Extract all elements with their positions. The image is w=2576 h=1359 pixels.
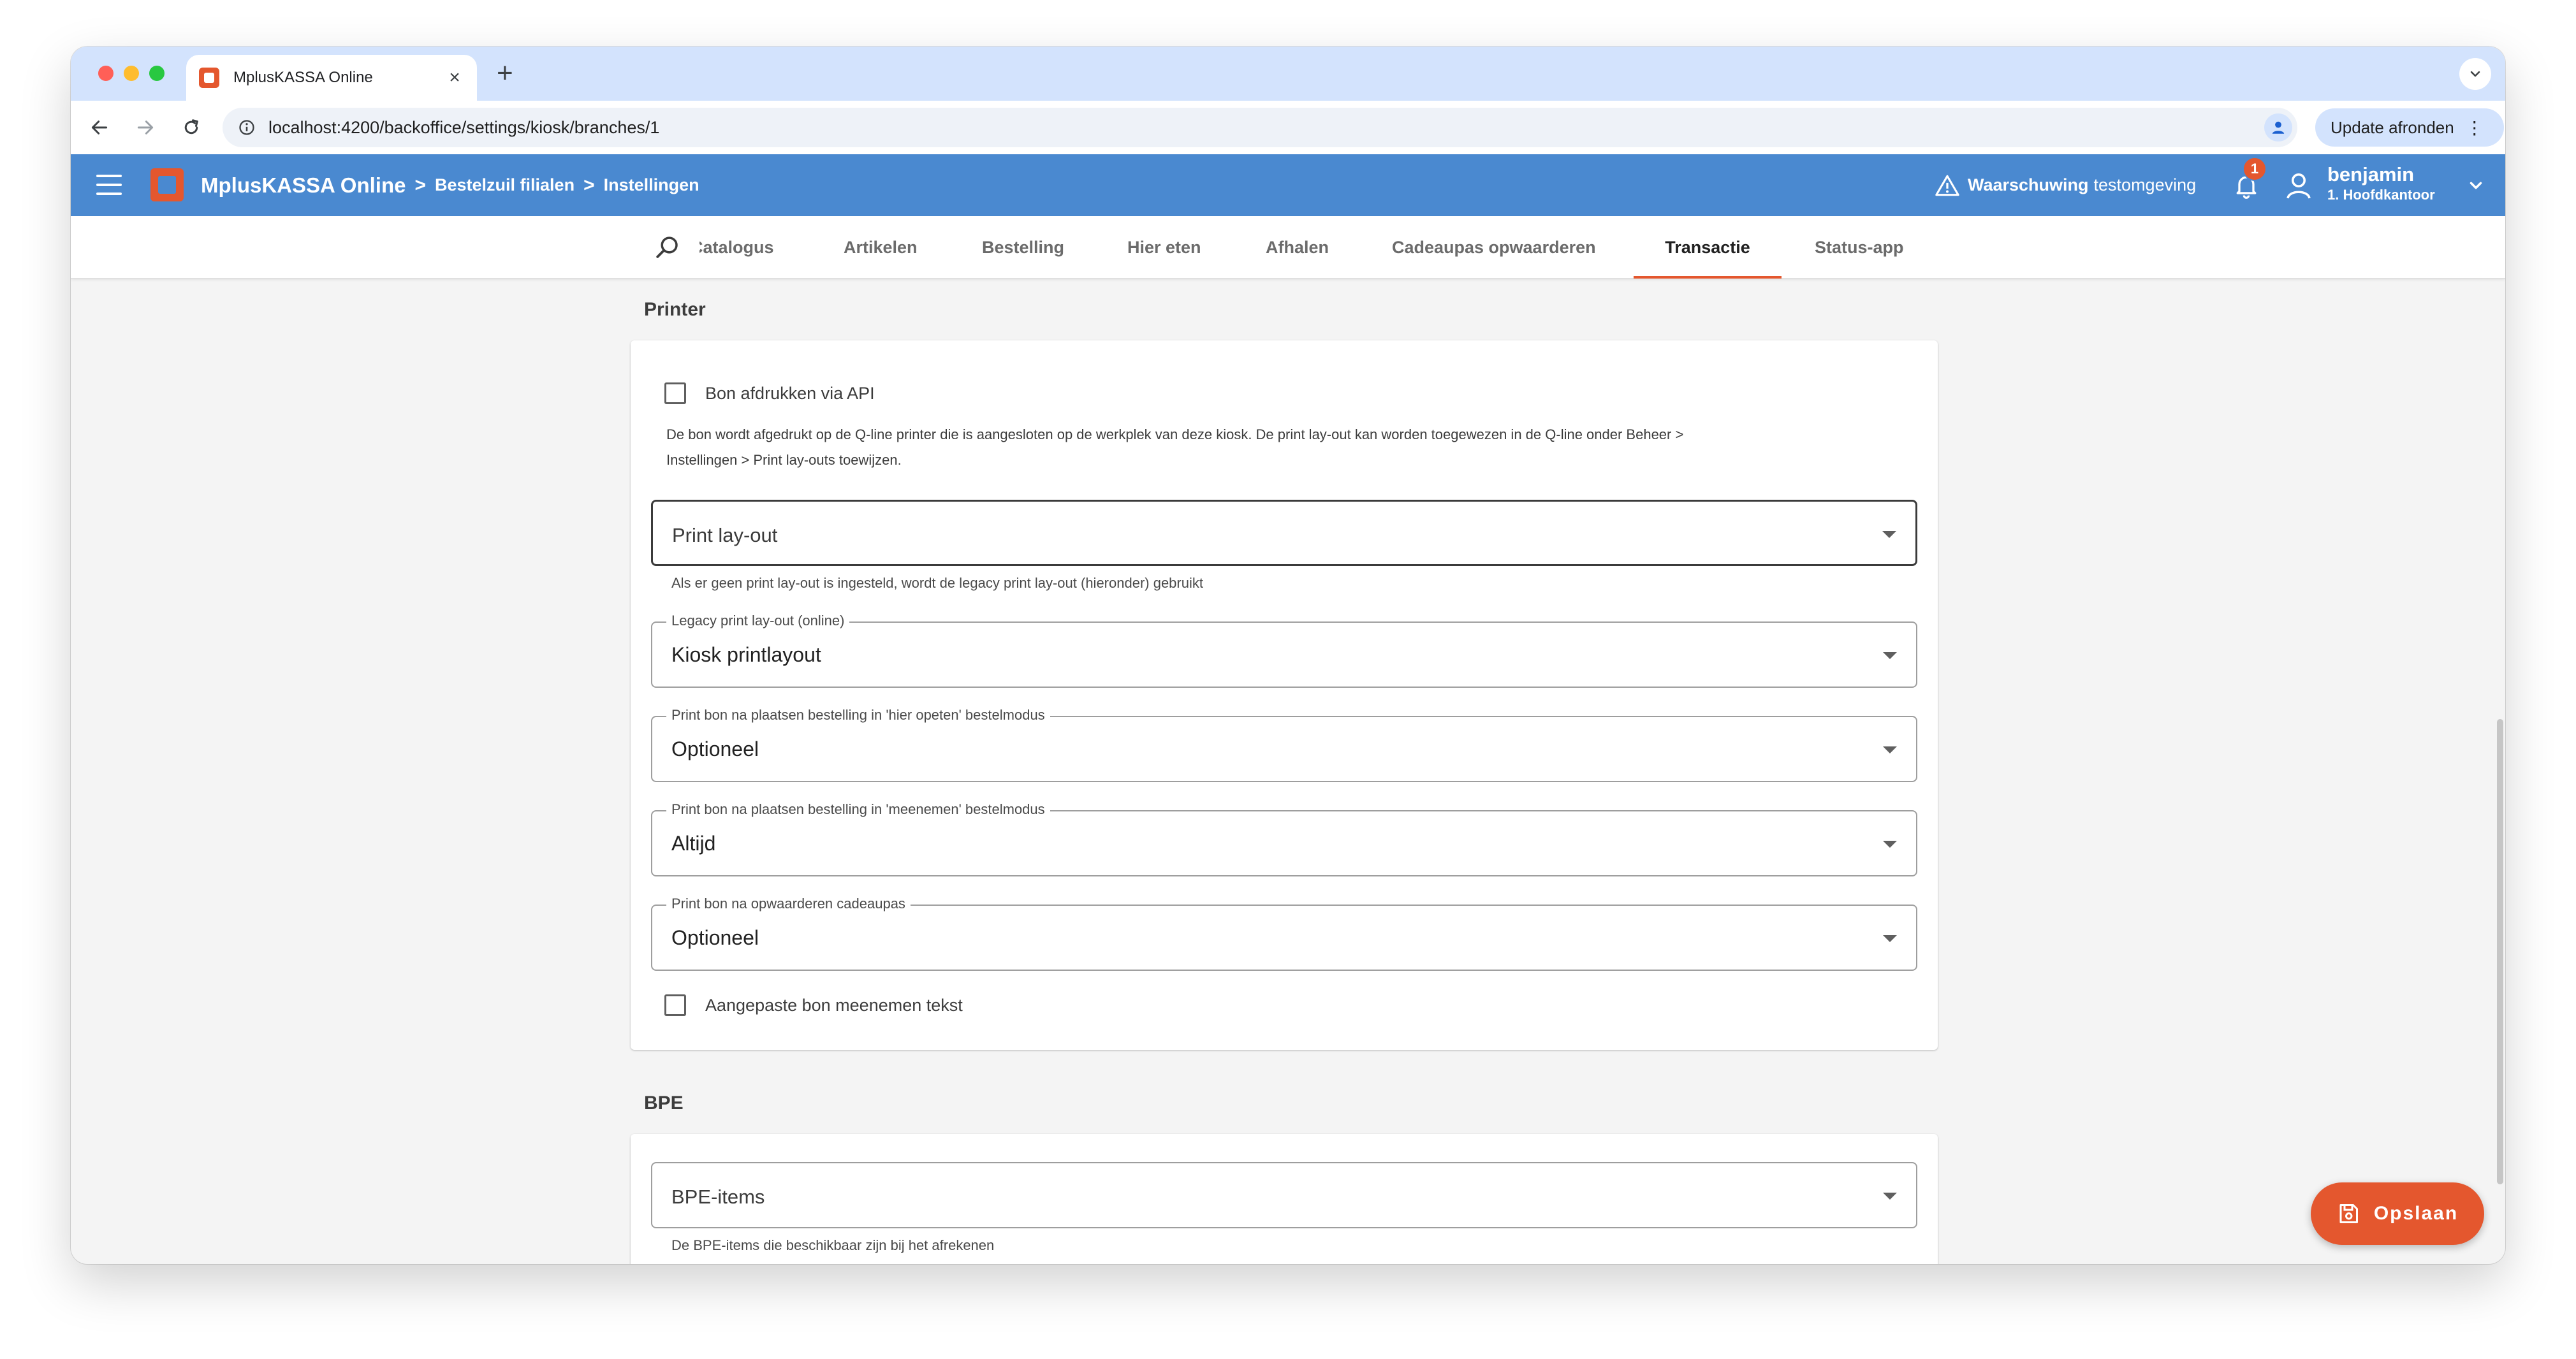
tab-afhalen[interactable]: Afhalen [1266, 216, 1329, 279]
giftcard-print-label: Print bon na opwaarderen cadeaupas [666, 896, 911, 912]
tab-status-app[interactable]: Status-app [1815, 216, 1904, 279]
api-print-label: Bon afdrukken via API [705, 383, 875, 403]
tab-bestelling[interactable]: Bestelling [982, 216, 1064, 279]
tab-title: MplusKASSA Online [233, 69, 373, 86]
floppy-disk-icon [2339, 1204, 2358, 1223]
forward-button[interactable] [129, 112, 161, 143]
bpe-items-hint: De BPE-items die beschikbaar zijn bij he… [671, 1237, 995, 1253]
user-branch: 1. Hoofdkantoor [2327, 187, 2435, 203]
api-print-checkbox[interactable] [664, 382, 686, 404]
user-name: benjamin [2327, 163, 2415, 185]
tab-search-button[interactable] [2459, 58, 2491, 90]
settings-content: Printer Bon afdrukken via API De bon wor… [71, 279, 2505, 1264]
page-scrollbar[interactable] [2497, 719, 2503, 1184]
print-layout-hint: Als er geen print lay-out is ingesteld, … [671, 575, 1203, 591]
print-layout-select[interactable]: Print lay-out [651, 500, 1917, 566]
dropdown-arrow-icon [1882, 531, 1896, 538]
new-tab-button[interactable]: + [497, 58, 513, 89]
reload-icon [184, 119, 198, 134]
bpe-items-select[interactable]: BPE-items [651, 1162, 1917, 1228]
custom-takeaway-checkbox-row[interactable]: Aangepaste bon meenemen tekst [664, 994, 963, 1016]
bpe-card: BPE-items De BPE-items die beschikbaar z… [631, 1134, 1938, 1264]
address-bar[interactable]: localhost:4200/backoffice/settings/kiosk… [223, 108, 2297, 147]
breadcrumb-settings: Instellingen [603, 175, 699, 194]
dropdown-arrow-icon [1883, 841, 1897, 848]
tab-cadeaupas-opwaarderen[interactable]: Cadeaupas opwaarderen [1392, 216, 1596, 279]
back-button[interactable] [84, 112, 115, 143]
tab-artikelen[interactable]: Artikelen [844, 216, 918, 279]
tab-catalogus[interactable]: Catalogus [699, 216, 782, 279]
dropdown-arrow-icon [1883, 652, 1897, 659]
breadcrumb-branches[interactable]: Bestelzuil filialen [435, 175, 574, 195]
dropdown-arrow-icon [1883, 935, 1897, 942]
legacy-print-layout-value: Kiosk printlayout [671, 643, 821, 666]
arrow-left-icon [91, 120, 108, 134]
takeaway-print-select[interactable]: Print bon na plaatsen bestelling in 'mee… [651, 801, 1917, 876]
printer-section-title: Printer [644, 299, 706, 320]
favicon-icon [199, 68, 219, 88]
browser-toolbar: localhost:4200/backoffice/settings/kiosk… [71, 101, 2505, 154]
search-icon[interactable] [654, 234, 681, 261]
user-icon[interactable] [2283, 170, 2314, 201]
breadcrumb-app-name[interactable]: MplusKASSA Online [201, 173, 406, 198]
giftcard-print-value: Optioneel [671, 926, 759, 949]
browser-tab[interactable]: MplusKASSA Online × [186, 55, 477, 101]
api-print-help-line: Instellingen > Print lay-outs toewijzen. [666, 452, 902, 468]
custom-takeaway-label: Aangepaste bon meenemen tekst [705, 995, 963, 1015]
site-info-icon[interactable] [238, 119, 256, 136]
save-button[interactable]: Opslaan [2311, 1182, 2484, 1245]
tab-transactie[interactable]: Transactie [1634, 216, 1782, 279]
print-layout-placeholder: Print lay-out [672, 524, 778, 546]
legacy-print-layout-label: Legacy print lay-out (online) [666, 613, 850, 629]
breadcrumb: MplusKASSA Online > Bestelzuil filialen … [201, 154, 699, 216]
tab-hier-eten[interactable]: Hier eten [1127, 216, 1201, 279]
update-button-label: Update afronden [2331, 117, 2454, 137]
user-menu[interactable]: benjamin 1. Hoofdkantoor [2327, 163, 2435, 204]
browser-window: MplusKASSA Online × + localhost:4200/bac… [71, 47, 2505, 1264]
url-text[interactable]: localhost:4200/backoffice/settings/kiosk… [268, 118, 2259, 138]
menu-icon[interactable] [96, 175, 122, 195]
api-print-help: De bon wordt afgedrukt op de Q-line prin… [666, 422, 1916, 473]
save-button-label: Opslaan [2373, 1203, 2459, 1224]
update-browser-button[interactable]: Update afronden ⋮ [2315, 108, 2504, 147]
takeaway-print-value: Altijd [671, 832, 716, 855]
tab-catalogus-label: Catalogus [699, 237, 774, 257]
custom-takeaway-checkbox[interactable] [664, 994, 686, 1016]
tab-transactie-label: Transactie [1665, 237, 1750, 257]
takeaway-print-label: Print bon na plaatsen bestelling in 'mee… [666, 801, 1050, 818]
settings-tabs: Catalogus Artikelen Bestelling Hier eten… [71, 216, 2505, 279]
reload-button[interactable] [175, 112, 207, 143]
environment-warning: Waarschuwing testomgeving [1935, 154, 2196, 216]
notification-count-badge: 1 [2243, 157, 2267, 181]
app-logo [150, 168, 184, 201]
bpe-items-placeholder: BPE-items [671, 1186, 765, 1208]
dropdown-arrow-icon [1883, 1193, 1897, 1200]
maximize-window-button[interactable] [149, 66, 165, 81]
breadcrumb-separator-icon: > [414, 174, 426, 196]
warning-label: Waarschuwing [1968, 175, 2089, 194]
app-header: MplusKASSA Online > Bestelzuil filialen … [71, 154, 2505, 216]
api-print-checkbox-row[interactable]: Bon afdrukken via API [664, 382, 875, 404]
arrow-right-icon [137, 120, 154, 134]
close-window-button[interactable] [98, 66, 113, 81]
browser-tab-strip: MplusKASSA Online × + [71, 47, 2505, 101]
tab-close-icon[interactable]: × [445, 67, 464, 89]
eat-in-print-select[interactable]: Print bon na plaatsen bestelling in 'hie… [651, 707, 1917, 782]
printer-card: Bon afdrukken via API De bon wordt afged… [631, 340, 1938, 1050]
minimize-window-button[interactable] [124, 66, 139, 81]
legacy-print-layout-select[interactable]: Legacy print lay-out (online) Kiosk prin… [651, 613, 1917, 688]
chevron-down-icon[interactable] [2466, 176, 2485, 195]
chevron-down-icon [2470, 71, 2480, 77]
dropdown-arrow-icon [1883, 746, 1897, 753]
eat-in-print-label: Print bon na plaatsen bestelling in 'hie… [666, 707, 1050, 723]
warning-text: testomgeving [2093, 175, 2197, 194]
more-menu-icon[interactable]: ⋮ [2466, 117, 2484, 138]
warning-icon [1935, 175, 1959, 196]
eat-in-print-value: Optioneel [671, 738, 759, 760]
giftcard-print-select[interactable]: Print bon na opwaarderen cadeaupas Optio… [651, 896, 1917, 971]
bpe-section-title: BPE [644, 1093, 684, 1114]
profile-avatar-icon[interactable] [2264, 113, 2292, 142]
breadcrumb-separator-icon: > [583, 174, 595, 196]
api-print-help-line: De bon wordt afgedrukt op de Q-line prin… [666, 426, 1684, 442]
